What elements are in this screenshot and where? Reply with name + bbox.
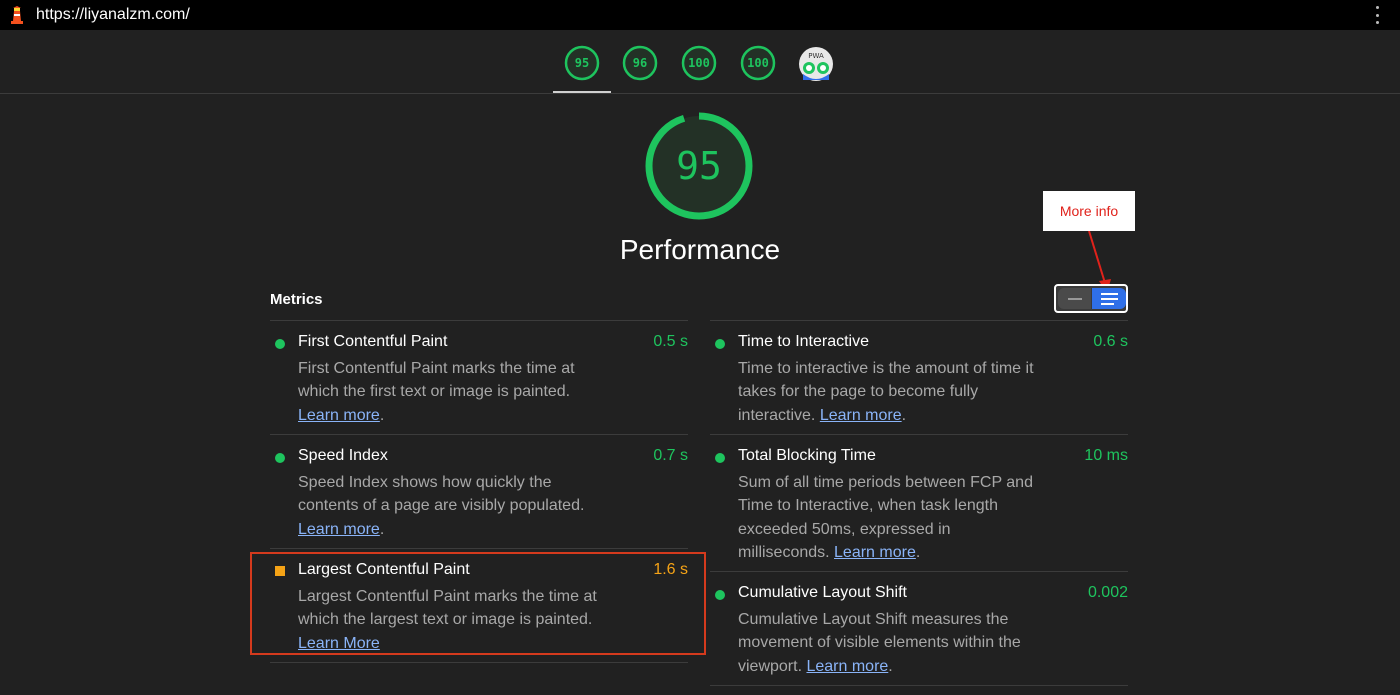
- learn-more-link[interactable]: Learn more: [806, 658, 888, 675]
- divider: [710, 571, 1128, 572]
- desc-link-line: Learn more.: [298, 404, 598, 427]
- learn-more-link[interactable]: Learn more: [834, 544, 916, 561]
- divider: [270, 548, 688, 549]
- desc-link-line: Learn more.: [298, 518, 598, 541]
- desc-line: which the first text or image is painted…: [298, 383, 571, 401]
- category-tab-accessibility[interactable]: 96: [622, 45, 658, 81]
- learn-more-link[interactable]: Learn more: [298, 407, 380, 424]
- desc-link-prefix: milliseconds.: [738, 544, 835, 562]
- kebab-menu-icon[interactable]: [1374, 6, 1380, 24]
- metrics-view-toggle[interactable]: [1054, 284, 1128, 313]
- desc-line: exceeded 50ms, expressed in: [738, 520, 951, 538]
- pass-indicator-icon: [715, 339, 725, 349]
- desc-link-prefix: interactive.: [738, 406, 820, 424]
- desc-line: takes for the page to become fully: [738, 383, 979, 401]
- metric-value: 0.002: [1087, 584, 1128, 601]
- metric-description: Sum of all time periods between FCP and …: [738, 471, 1038, 565]
- more-info-callout: More info: [1043, 191, 1135, 231]
- desc-line: First Contentful Paint marks the time at: [298, 360, 575, 377]
- desc-line: contents of a page are visibly populated…: [298, 497, 585, 515]
- metric-description: First Contentful Paint marks the time at…: [298, 357, 598, 427]
- metrics-heading: Metrics: [270, 291, 323, 308]
- pwa-badge-icon: PWA: [799, 47, 833, 81]
- desc-link-suffix: .: [901, 406, 907, 424]
- metric-description: Speed Index shows how quickly the conten…: [298, 471, 598, 541]
- category-score: 96: [632, 56, 648, 70]
- metric-description: Cumulative Layout Shift measures the mov…: [738, 608, 1038, 678]
- desc-line: Cumulative Layout Shift measures the: [738, 611, 1009, 628]
- category-score: 95: [574, 56, 590, 70]
- divider: [710, 320, 1128, 321]
- divider: [710, 685, 1128, 686]
- divider: [270, 662, 688, 663]
- learn-more-link[interactable]: Learn more: [820, 407, 902, 424]
- desc-line: Speed Index shows how quickly the: [298, 474, 552, 491]
- desc-line: movement of visible elements within the: [738, 634, 1021, 652]
- category-tab-seo[interactable]: 100: [740, 45, 776, 81]
- performance-gauge: 95: [643, 110, 755, 222]
- category-tabs: 95 96 100 100 PWA: [0, 30, 1400, 94]
- metric-value: 0.7 s: [653, 447, 688, 464]
- metric-name: Time to Interactive: [738, 333, 870, 350]
- desc-link-line: milliseconds. Learn more.: [738, 541, 1038, 564]
- pass-indicator-icon: [715, 453, 725, 463]
- category-title: Performance: [619, 234, 781, 265]
- metric-value: 0.5 s: [653, 333, 688, 350]
- desc-link-suffix: .: [379, 520, 385, 538]
- metric-name: First Contentful Paint: [298, 333, 448, 350]
- divider: [270, 434, 688, 435]
- desc-line: Time to Interactive, when task length: [738, 497, 998, 515]
- active-tab-indicator: [553, 91, 611, 93]
- desc-line: Sum of all time periods between FCP and: [738, 474, 1033, 491]
- metric-name: Cumulative Layout Shift: [738, 584, 907, 601]
- category-tab-performance[interactable]: 95: [564, 45, 600, 81]
- url-text[interactable]: https://liyanalzm.com/: [36, 6, 190, 24]
- category-score: 100: [747, 56, 769, 70]
- metric-name: Total Blocking Time: [738, 447, 876, 464]
- desc-link-line: viewport. Learn more.: [738, 655, 1038, 678]
- pass-indicator-icon: [275, 453, 285, 463]
- pass-indicator-icon: [275, 339, 285, 349]
- desc-line: Time to interactive is the amount of tim…: [738, 360, 1034, 377]
- desc-link-line: interactive. Learn more.: [738, 404, 1038, 427]
- annotation-highlight-box: [250, 552, 706, 655]
- desc-link-prefix: viewport.: [738, 657, 807, 675]
- metric-name: Speed Index: [298, 447, 388, 464]
- metric-description: Time to interactive is the amount of tim…: [738, 357, 1038, 427]
- learn-more-link[interactable]: Learn more: [298, 521, 380, 538]
- metric-value: 0.6 s: [1093, 333, 1128, 350]
- category-tab-best-practices[interactable]: 100: [681, 45, 717, 81]
- metric-value: 10 ms: [1084, 447, 1128, 464]
- divider: [710, 434, 1128, 435]
- desc-link-suffix: .: [915, 544, 921, 562]
- category-tab-pwa[interactable]: PWA: [798, 46, 834, 82]
- expanded-view-icon[interactable]: [1092, 288, 1126, 309]
- pwa-label: PWA: [808, 52, 824, 60]
- lighthouse-icon: [11, 6, 23, 24]
- collapsed-view-icon[interactable]: [1058, 288, 1091, 309]
- performance-score: 95: [676, 144, 722, 188]
- category-score: 100: [688, 56, 710, 70]
- divider: [270, 320, 688, 321]
- desc-link-suffix: .: [888, 657, 893, 675]
- desc-link-suffix: .: [379, 406, 385, 424]
- browser-bar: https://liyanalzm.com/: [0, 0, 1400, 30]
- pass-indicator-icon: [715, 590, 725, 600]
